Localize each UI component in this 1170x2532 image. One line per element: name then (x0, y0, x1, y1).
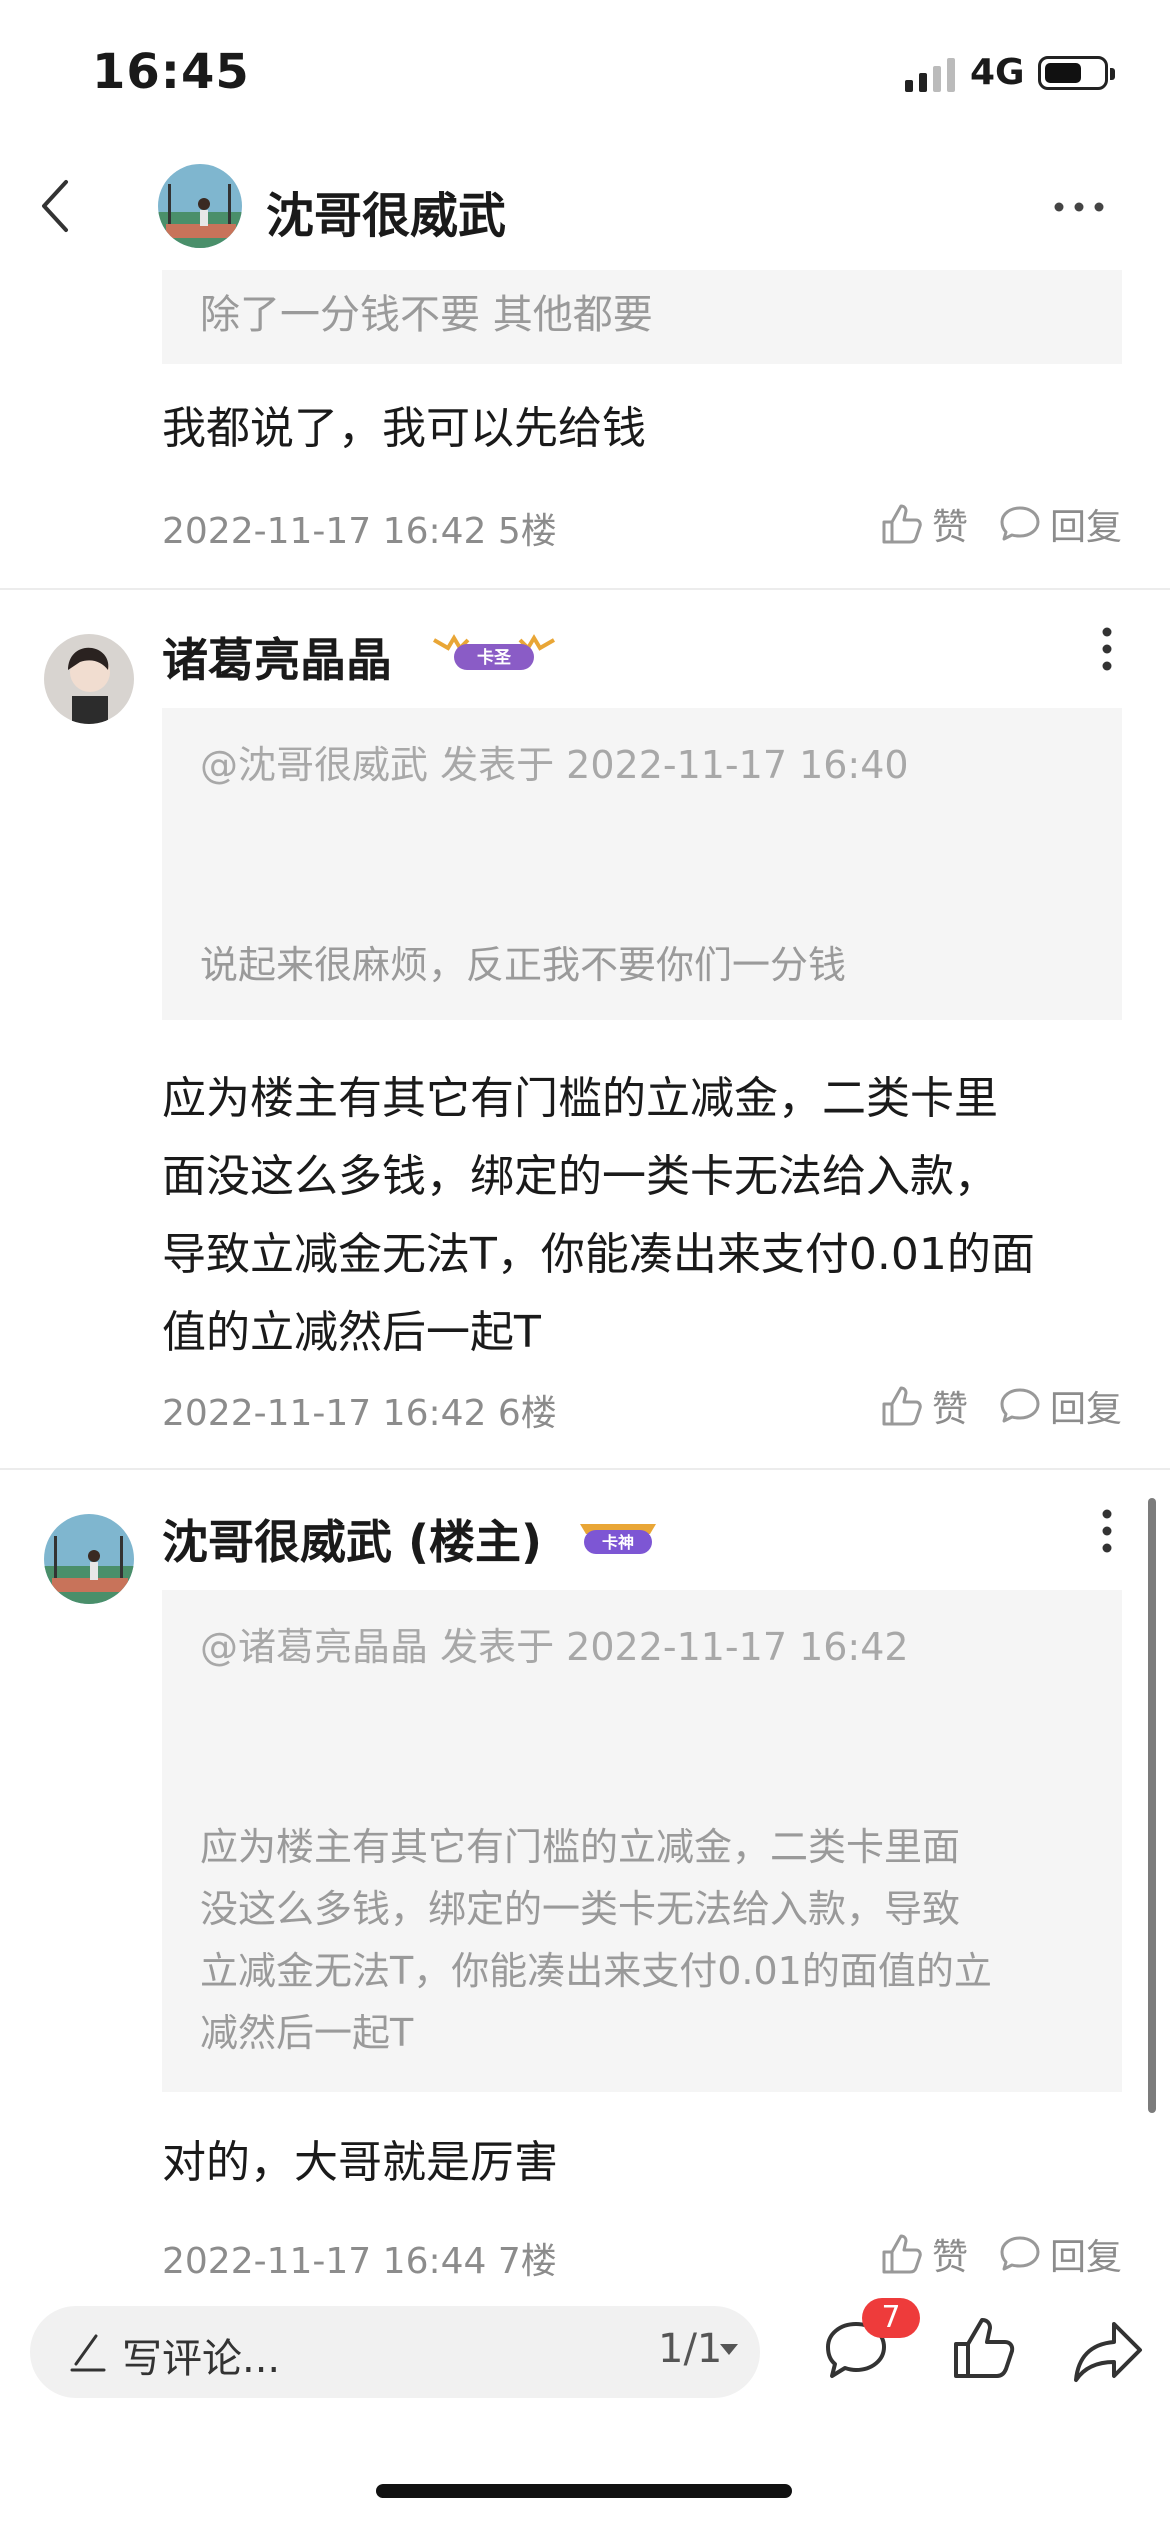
badge-text: 卡神 (602, 1533, 634, 1552)
rank-badge-icon: 卡圣 (433, 634, 555, 670)
post-actions: 赞 回复 (880, 1380, 1122, 1432)
post-body: 我都说了，我可以先给钱 (162, 403, 646, 454)
like-label: 赞 (931, 1389, 968, 1430)
quote-header: @沈哥很威武 发表于 2022-11-17 16:40 (200, 743, 909, 787)
post-actions: 赞 回复 (880, 2228, 1122, 2280)
post-actions: 赞 回复 (880, 498, 1122, 550)
scrollbar[interactable] (1148, 1498, 1156, 2113)
post-body-line: 应为楼主有其它有门槛的立减金，二类卡里 (162, 1073, 998, 1124)
thumbs-up-icon (882, 2234, 922, 2274)
more-vertical-icon[interactable] (1100, 626, 1114, 672)
quote-body: 说起来很麻烦，反正我不要你们一分钱 (200, 943, 847, 987)
quote-block: @诸葛亮晶晶 发表于 2022-11-17 16:42 应为楼主有其它有门槛的立… (162, 1590, 1122, 2092)
quote-body: 应为楼主有其它有门槛的立减金，二类卡里面 没这么多钱，绑定的一类卡无法给入款，导… (200, 1816, 992, 2064)
share-arrow-icon[interactable] (1072, 2318, 1146, 2384)
rank-badge-icon: 卡神 (580, 1524, 656, 1554)
username[interactable]: 沈哥很威武 (楼主) (162, 1506, 542, 1572)
badge-text: 卡圣 (477, 647, 512, 668)
avatar[interactable] (44, 634, 134, 724)
network-label: 4G (970, 52, 1025, 93)
comment-icon (1000, 1388, 1040, 1423)
like-button[interactable]: 赞 (880, 2228, 968, 2280)
post-body-line: 值的立减然后一起T (162, 1307, 541, 1358)
status-bar: 16:45 4G (0, 0, 1170, 150)
more-vertical-icon[interactable] (1100, 1508, 1114, 1554)
caret-down-icon[interactable] (720, 2344, 738, 2355)
reply-label: 回复 (1049, 2237, 1122, 2278)
quote-line: 应为楼主有其它有门槛的立减金，二类卡里面 (200, 1825, 961, 1869)
home-indicator (376, 2484, 792, 2498)
comment-input[interactable]: 写评论... 1/1 (30, 2306, 760, 2398)
avatar[interactable] (44, 1514, 134, 1604)
avatar[interactable] (158, 164, 242, 248)
chevron-left-icon[interactable] (30, 176, 90, 236)
page-indicator[interactable]: 1/1 (658, 2326, 722, 2372)
post-meta: 2022-11-17 16:42 5楼 (162, 511, 557, 552)
divider (0, 588, 1170, 590)
post-body: 应为楼主有其它有门槛的立减金，二类卡里 面没这么多钱，绑定的一类卡无法给入款， … (162, 1060, 1035, 1372)
signal-icon (905, 58, 955, 92)
thumbs-up-icon[interactable] (950, 2312, 1018, 2384)
status-time: 16:45 (92, 44, 250, 100)
post-body-line: 面没这么多钱，绑定的一类卡无法给入款， (162, 1151, 998, 1202)
quote-text: 除了一分钱不要 其他都要 (200, 292, 653, 338)
like-button[interactable]: 赞 (880, 1380, 968, 1432)
like-label: 赞 (931, 2237, 968, 2278)
pen-icon (70, 2334, 106, 2372)
page-title: 沈哥很威武 (266, 188, 507, 244)
reply-button[interactable]: 回复 (998, 1380, 1122, 1432)
comment-icon (1000, 2236, 1040, 2271)
post-body: 对的，大哥就是厉害 (162, 2137, 558, 2188)
like-button[interactable]: 赞 (880, 498, 968, 550)
post-body-line: 导致立减金无法T，你能凑出来支付0.01的面 (162, 1229, 1035, 1280)
quote-line: 减然后一起T (200, 2011, 414, 2055)
divider (0, 1468, 1170, 1470)
thumbs-up-icon (882, 1386, 922, 1426)
thumbs-up-icon (882, 504, 922, 544)
quote-line: 没这么多钱，绑定的一类卡无法给入款，导致 (200, 1887, 961, 1931)
quote-header: @诸葛亮晶晶 发表于 2022-11-17 16:42 (200, 1625, 909, 1669)
reply-button[interactable]: 回复 (998, 2228, 1122, 2280)
quote-line: 立减金无法T，你能凑出来支付0.01的面值的立 (200, 1949, 992, 1993)
more-horizontal-icon[interactable] (1052, 200, 1106, 214)
comment-placeholder: 写评论... (122, 2336, 281, 2382)
reply-label: 回复 (1049, 507, 1122, 548)
comment-icon (1000, 506, 1040, 541)
post-meta: 2022-11-17 16:44 7楼 (162, 2241, 557, 2282)
username[interactable]: 诸葛亮晶晶 (162, 624, 392, 690)
post-meta: 2022-11-17 16:42 6楼 (162, 1393, 557, 1434)
nav-bar: 沈哥很威武 (0, 150, 1170, 270)
comment-count-badge: 7 (862, 2298, 920, 2338)
quote-block: 除了一分钱不要 其他都要 (162, 270, 1122, 364)
reply-button[interactable]: 回复 (998, 498, 1122, 550)
battery-icon (1038, 56, 1115, 90)
quote-block: @沈哥很威武 发表于 2022-11-17 16:40 说起来很麻烦，反正我不要… (162, 708, 1122, 1020)
reply-label: 回复 (1049, 1389, 1122, 1430)
like-label: 赞 (931, 507, 968, 548)
